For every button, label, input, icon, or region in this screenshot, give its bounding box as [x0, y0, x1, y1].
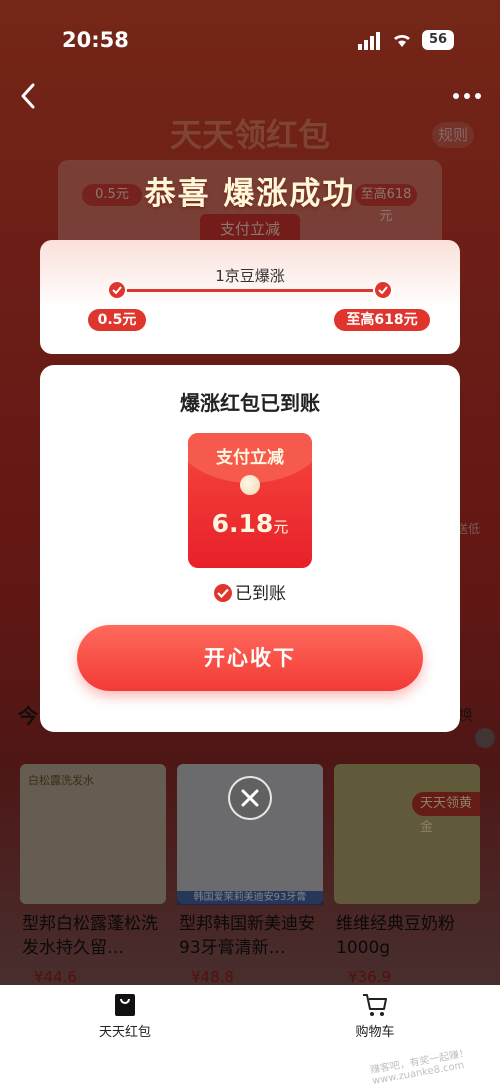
received-status: 已到账	[40, 579, 460, 604]
reward-dialog: 爆涨红包已到账 支付立减 6.18元 已到账 开心收下	[40, 365, 460, 732]
shopping-bag-icon	[115, 994, 135, 1016]
envelope-amount: 6.18元	[188, 509, 312, 538]
nav-label: 天天红包	[98, 1025, 151, 1040]
check-circle-icon	[214, 584, 232, 602]
envelope-seal-icon	[240, 475, 260, 495]
amount-value: 6.18	[211, 509, 274, 538]
chevron-left-icon[interactable]	[18, 82, 38, 110]
end-value-badge: 至高618元	[334, 309, 430, 331]
congrats-title: 恭喜 爆涨成功	[144, 176, 356, 212]
start-value-badge: 0.5元	[88, 309, 146, 331]
more-dots-icon[interactable]	[452, 92, 482, 100]
check-icon	[373, 280, 393, 300]
nav-label: 购物车	[355, 1025, 395, 1040]
status-time: 20:58	[62, 28, 129, 52]
nav-item-cart[interactable]: 购物车	[330, 993, 420, 1040]
accept-button[interactable]: 开心收下	[77, 625, 423, 691]
progress-card: 1京豆爆涨 0.5元 至高618元	[40, 240, 460, 354]
progress-label: 1京豆爆涨	[215, 267, 285, 285]
received-label: 已到账	[235, 584, 286, 604]
amount-unit: 元	[273, 518, 289, 536]
wifi-icon	[394, 34, 410, 47]
envelope-label: 支付立减	[216, 448, 284, 468]
cart-icon	[363, 994, 387, 1016]
red-envelope: 支付立减 6.18元	[188, 433, 312, 568]
battery-indicator: 56	[422, 30, 454, 50]
reward-title: 爆涨红包已到账	[180, 391, 320, 415]
signal-icon	[358, 32, 380, 50]
close-icon[interactable]	[228, 776, 272, 820]
status-bar: 20:58 56	[0, 0, 500, 80]
check-icon	[107, 280, 127, 300]
nav-item-red-packet[interactable]: 天天红包	[80, 993, 170, 1040]
floating-close-icon[interactable]	[475, 728, 495, 748]
progress-line	[118, 289, 382, 292]
